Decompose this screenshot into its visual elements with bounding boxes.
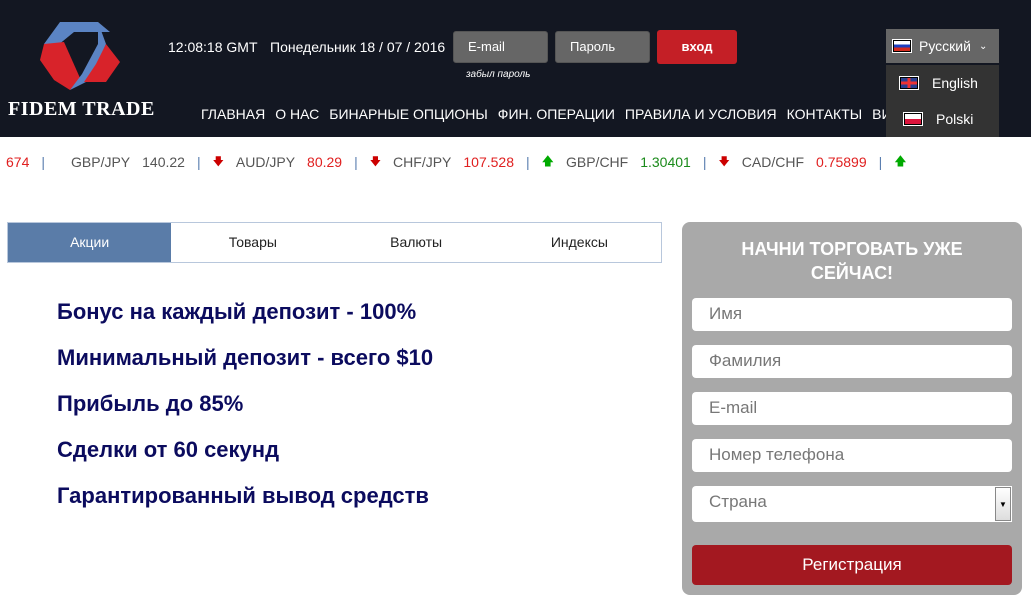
nav-terms[interactable]: ПРАВИЛА И УСЛОВИЯ — [625, 106, 777, 122]
arrow-up-icon: 🡅 — [894, 153, 907, 168]
email-input[interactable]: E-mail — [453, 31, 548, 63]
phone-input[interactable]: Номер телефона — [692, 439, 1012, 472]
arrow-down-icon: 🡇 — [369, 155, 382, 168]
arrow-down-icon: 🡇 — [212, 155, 224, 168]
ticker-pair: GBP/JPY — [71, 154, 131, 170]
divider: | — [41, 154, 45, 170]
ticker-value: 0.75899 — [816, 154, 867, 170]
header: FIDEM TRADE 12:08:18 GMT Понедельник 18 … — [0, 0, 1031, 137]
registration-panel: НАЧНИ ТОРГОВАТЬ УЖЕ СЕЙЧАС! Имя Фамилия … — [682, 222, 1022, 595]
clock: 12:08:18 GMT — [168, 39, 258, 55]
language-select[interactable]: Русский ⌄ — [886, 29, 999, 63]
brand-name: FIDEM TRADE — [8, 98, 155, 120]
feature-item: Бонус на каждый депозит - 100% — [57, 299, 417, 324]
registration-title: НАЧНИ ТОРГОВАТЬ УЖЕ СЕЙЧАС! — [741, 239, 963, 283]
nav-video[interactable]: ВИДЕО — [872, 106, 886, 122]
tab-currencies[interactable]: Валюты — [335, 223, 498, 262]
tab-stocks[interactable]: Акции — [8, 223, 172, 262]
divider: | — [526, 154, 530, 170]
arrow-down-icon: 🡇 — [718, 155, 730, 168]
feature-item: Сделки от 60 секунд — [57, 437, 280, 462]
russia-flag-icon — [892, 39, 912, 53]
ticker-value: 107.528 — [463, 154, 514, 170]
dropdown-arrow-icon[interactable]: ▼ — [995, 487, 1011, 521]
divider: | — [702, 154, 707, 170]
logo-icon[interactable] — [40, 22, 120, 90]
chevron-down-icon: ⌄ — [978, 40, 988, 52]
price-ticker: 674 | GBP/JPY 140.22 | 🡇 AUD/JPY 80.29 | 🡇 CHF/… — [0, 150, 1031, 174]
language-label: English — [932, 75, 978, 91]
main-nav: ГЛАВНАЯ О НАС БИНАРНЫЕ ОПЦИОНЫ ФИН. ОПЕР… — [201, 106, 886, 122]
divider: | — [878, 154, 883, 170]
nav-binary-options[interactable]: БИНАРНЫЕ ОПЦИОНЫ — [329, 106, 488, 122]
date: Понедельник 18 / 07 / 2016 — [270, 39, 446, 55]
language-label: Polski — [936, 111, 974, 127]
country-select-value: Страна — [709, 492, 767, 511]
email-field[interactable]: E-mail — [692, 392, 1012, 425]
last-name-input[interactable]: Фамилия — [692, 345, 1012, 378]
divider: | — [354, 154, 358, 170]
first-name-input[interactable]: Имя — [692, 298, 1012, 331]
login-button[interactable]: вход — [657, 30, 737, 64]
feature-item: Гарантированный вывод средств — [57, 483, 429, 508]
market-tabs: Акции Товары Валюты Индексы — [7, 222, 662, 263]
feature-item: Минимальный депозит - всего $10 — [57, 345, 434, 370]
ticker-value: 674 — [6, 154, 30, 170]
nav-about[interactable]: О НАС — [275, 106, 319, 122]
uk-flag-icon — [899, 76, 919, 90]
tab-indices[interactable]: Индексы — [498, 223, 661, 262]
language-menu: English Polski — [886, 65, 999, 137]
nav-fin-operations[interactable]: ФИН. ОПЕРАЦИИ — [498, 106, 615, 122]
language-option-english[interactable]: English — [886, 65, 999, 101]
divider: | — [196, 154, 201, 170]
ticker-pair: GBP/CHF — [565, 154, 629, 170]
ticker-pair: CAD/CHF — [741, 154, 805, 170]
ticker-value: 80.29 — [307, 154, 343, 170]
language-selected: Русский — [919, 38, 971, 54]
tab-commodities[interactable]: Товары — [171, 223, 334, 262]
register-button[interactable]: Регистрация — [692, 545, 1012, 585]
forgot-password-link[interactable]: забыл пароль — [466, 69, 530, 80]
ticker-value: 140.22 — [142, 154, 185, 170]
nav-home[interactable]: ГЛАВНАЯ — [201, 106, 265, 122]
nav-contacts[interactable]: КОНТАКТЫ — [787, 106, 863, 122]
ticker-value: 1.30401 — [640, 154, 691, 170]
feature-list: Бонус на каждый депозит - 100% Минимальн… — [57, 298, 433, 528]
country-select[interactable]: Страна ▼ — [692, 486, 1012, 522]
arrow-up-icon: 🡅 — [541, 153, 554, 168]
language-option-polski[interactable]: Polski — [886, 101, 999, 137]
ticker-pair: AUD/JPY — [235, 154, 296, 170]
feature-item: Прибыль до 85% — [57, 391, 244, 416]
ticker-pair: CHF/JPY — [393, 154, 452, 170]
password-input[interactable]: Пароль — [555, 31, 650, 63]
poland-flag-icon — [903, 112, 923, 126]
